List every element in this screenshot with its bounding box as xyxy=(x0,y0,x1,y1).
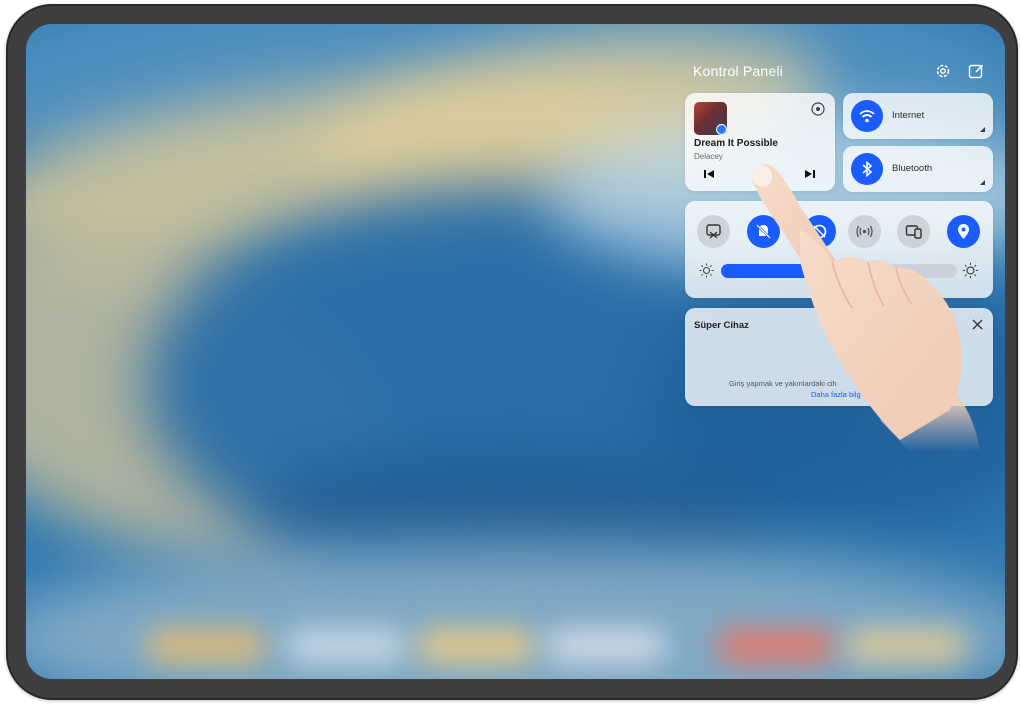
screenshot-icon[interactable] xyxy=(697,215,730,248)
brightness-high-icon xyxy=(962,262,979,279)
previous-track-icon[interactable] xyxy=(703,168,715,180)
multi-screen-icon[interactable] xyxy=(897,215,930,248)
super-device-card[interactable]: Süper Cihaz Giriş yapmak ve yakınlardaki… xyxy=(685,308,993,406)
close-icon[interactable] xyxy=(971,318,984,331)
edit-icon[interactable] xyxy=(967,62,985,80)
learn-more-link[interactable]: Daha fazla bilg xyxy=(811,390,861,399)
super-device-title: Süper Cihaz xyxy=(694,320,749,331)
expand-corner-icon[interactable] xyxy=(980,127,985,132)
bluetooth-label: Bluetooth xyxy=(892,163,933,174)
brightness-slider-fill xyxy=(721,264,821,278)
brightness-low-icon xyxy=(699,263,714,278)
silent-icon[interactable] xyxy=(747,215,780,248)
hotspot-icon[interactable] xyxy=(848,215,881,248)
control-panel-title: Kontrol Paneli xyxy=(693,63,783,79)
bluetooth-icon xyxy=(851,153,883,185)
song-artist: Delacey xyxy=(694,152,723,161)
internet-toggle[interactable]: Internet xyxy=(843,93,993,139)
next-track-icon[interactable] xyxy=(804,168,816,180)
song-title: Dream It Possible xyxy=(694,138,778,149)
blurred-dock xyxy=(26,619,1005,679)
bluetooth-toggle[interactable]: Bluetooth xyxy=(843,146,993,192)
gear-icon[interactable] xyxy=(934,62,952,80)
expand-corner-icon[interactable] xyxy=(980,180,985,185)
media-card[interactable]: Dream It Possible Delacey xyxy=(685,93,835,191)
location-icon[interactable] xyxy=(947,215,980,248)
super-device-description: Giriş yapmak ve yakınlardaki cih xyxy=(729,379,837,388)
internet-label: Internet xyxy=(892,110,925,121)
app-badge-icon xyxy=(716,124,727,135)
audio-cast-icon[interactable] xyxy=(810,101,826,117)
eye-comfort-icon[interactable] xyxy=(803,215,836,248)
brightness-slider[interactable] xyxy=(721,264,957,278)
quick-switches-card xyxy=(685,201,993,298)
wifi-icon xyxy=(851,100,883,132)
